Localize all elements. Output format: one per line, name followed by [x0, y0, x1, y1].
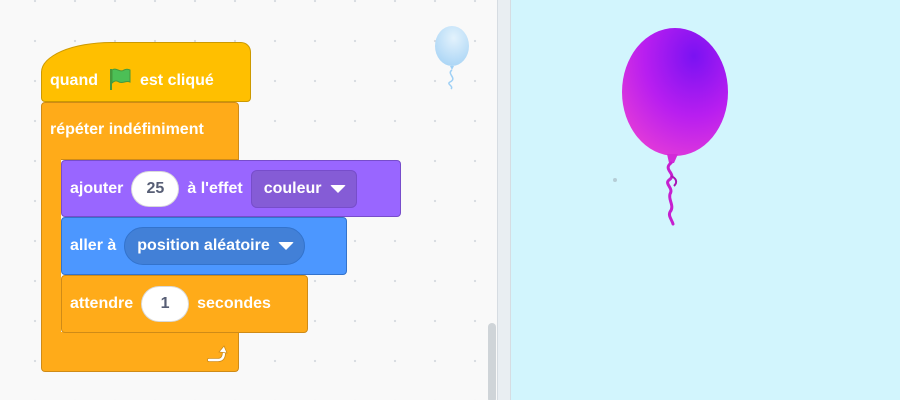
balloon-sprite[interactable]: [618, 26, 730, 233]
chevron-down-icon: [329, 184, 346, 193]
wait-block-label: attendre: [70, 295, 134, 312]
effect-type-dropdown[interactable]: couleur: [250, 169, 357, 208]
stage-dot: [613, 178, 617, 182]
hat-block-label: quand: [50, 72, 98, 89]
workspace-scrollbar[interactable]: [488, 323, 496, 400]
effect-amount-input[interactable]: 25: [131, 170, 180, 207]
when-flag-clicked-block[interactable]: quand est cliqué: [41, 42, 251, 102]
hat-block-label-suffix: est cliqué: [140, 72, 214, 89]
forever-block[interactable]: répéter indéfiniment: [41, 102, 239, 160]
change-effect-block[interactable]: ajouter 25 à l'effet couleur: [61, 160, 401, 217]
green-flag-icon: [106, 67, 132, 96]
chevron-down-icon: [277, 242, 294, 250]
sprite-balloon-icon: [432, 24, 472, 95]
go-to-target-value: position aléatoire: [137, 237, 270, 254]
loop-arrow-icon: [206, 344, 228, 369]
effect-block-label: ajouter: [70, 179, 124, 197]
forever-block-label: répéter indéfiniment: [50, 121, 204, 138]
workspace-stage-divider: [497, 0, 511, 400]
go-to-target-dropdown[interactable]: position aléatoire: [124, 227, 305, 265]
wait-block-label-suffix: secondes: [197, 295, 271, 312]
go-to-block[interactable]: aller à position aléatoire: [61, 217, 347, 275]
effect-block-label-middle: à l'effet: [187, 179, 243, 197]
go-to-block-label: aller à: [70, 237, 117, 254]
wait-block[interactable]: attendre 1 secondes: [61, 275, 308, 333]
effect-type-value: couleur: [263, 179, 322, 197]
wait-seconds-input[interactable]: 1: [141, 286, 190, 322]
forever-block-arm: [41, 158, 61, 334]
